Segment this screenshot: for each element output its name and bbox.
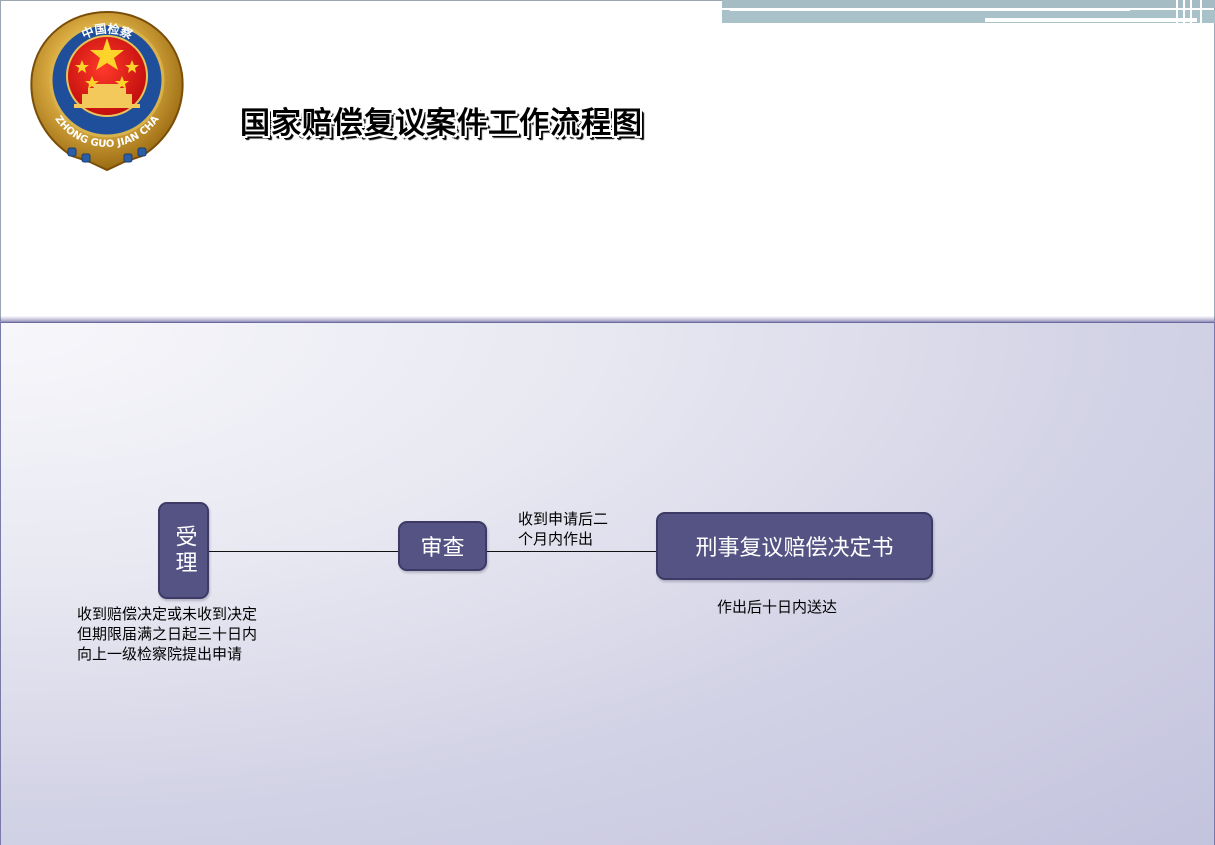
note-line: 个月内作出 (518, 530, 594, 548)
procuratorate-emblem-icon: 中国检察 ZHONG GUO JIAN CHA (30, 10, 184, 172)
header-decoration-stripe (1190, 0, 1192, 23)
step-accept-note: 收到赔偿决定或未收到决定 但期限届满之日起三十日内 向上一级检察院提出申请 (77, 604, 257, 664)
header-decoration-stripe (1176, 0, 1178, 23)
header-decoration-stripe (1183, 0, 1185, 23)
header-decoration-stripe (1200, 0, 1202, 23)
connector-review-decision (487, 551, 656, 552)
connector-accept-review (209, 551, 398, 552)
header-decoration-line (730, 9, 1130, 11)
header-decoration-line (985, 18, 1197, 22)
note-line: 收到赔偿决定或未收到决定 (77, 605, 258, 623)
step-decision: 刑事复议赔偿决定书 (656, 512, 933, 580)
header-decoration-bar (722, 0, 1215, 8)
note-line: 但期限届满之日起三十日内 (77, 625, 258, 643)
step-decision-note: 作出后十日内送达 (717, 597, 837, 617)
note-line: 收到申请后二 (518, 510, 609, 528)
step-review: 审查 (398, 521, 487, 571)
step-accept: 受理 (158, 502, 209, 599)
note-line: 作出后十日内送达 (717, 598, 838, 616)
step-review-note: 收到申请后二 个月内作出 (518, 509, 608, 549)
page-title: 国家赔偿复议案件工作流程图 (240, 106, 643, 141)
note-line: 向上一级检察院提出申请 (77, 645, 243, 663)
